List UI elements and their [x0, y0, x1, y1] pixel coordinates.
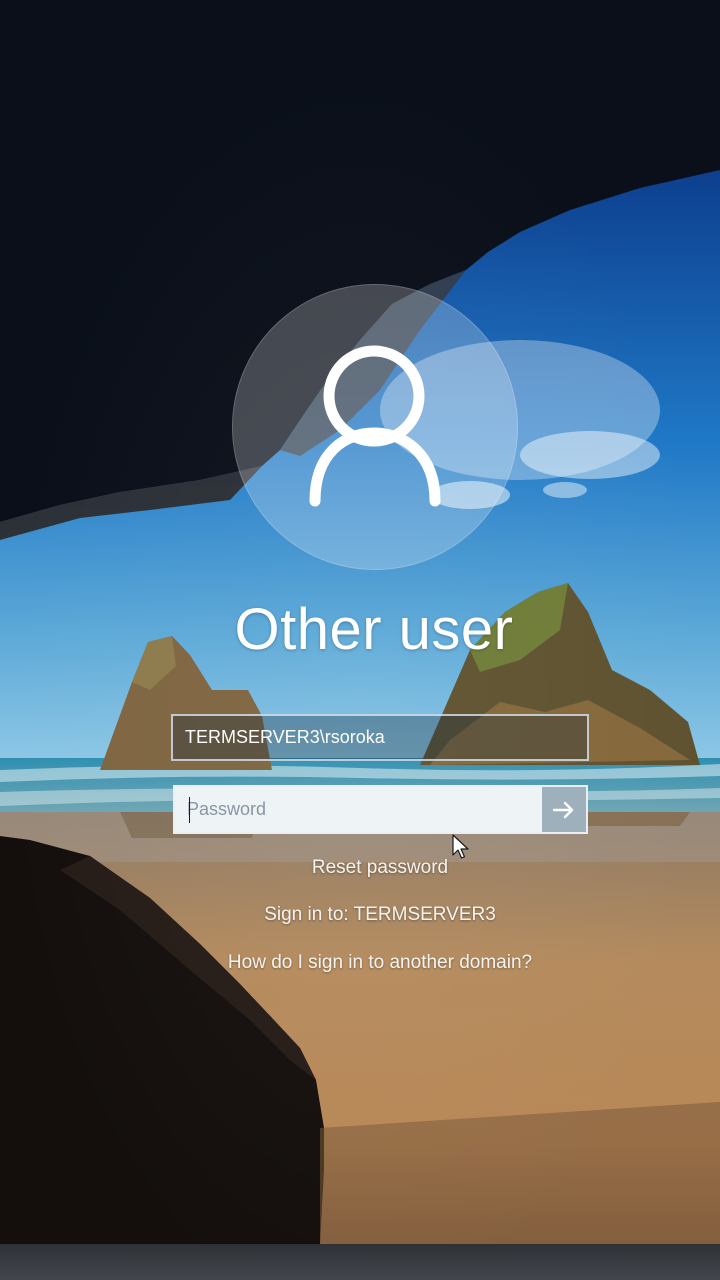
password-input[interactable]: [175, 787, 542, 832]
arrow-right-icon: [552, 801, 574, 818]
lock-screen: Other user TERMSERVER3\rsoroka Reset pas…: [0, 0, 720, 1280]
reset-password-link[interactable]: Reset password: [0, 857, 720, 879]
submit-button[interactable]: [542, 787, 586, 832]
sign-in-to-link: Sign in to: TERMSERVER3: [264, 904, 496, 925]
user-silhouette-icon: [309, 345, 441, 507]
monitor-bezel: [0, 1244, 720, 1280]
other-domain-link[interactable]: How do I sign in to another domain?: [0, 952, 720, 974]
username-field[interactable]: TERMSERVER3\rsoroka: [171, 714, 589, 761]
text-caret: [189, 797, 190, 823]
password-field-wrapper: [173, 785, 588, 834]
mouse-pointer-icon: [452, 834, 469, 859]
account-name: Other user: [234, 597, 514, 662]
user-avatar: [232, 284, 518, 570]
